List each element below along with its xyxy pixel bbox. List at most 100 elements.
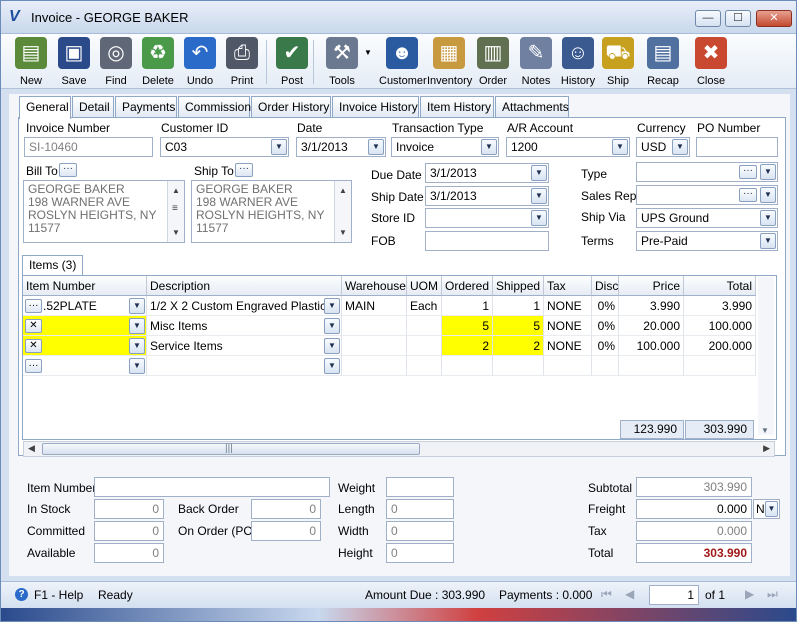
scroll-down-icon[interactable]: ▼ xyxy=(761,426,769,435)
tools-button[interactable]: ⚒ Tools xyxy=(323,36,361,87)
chevron-down-icon[interactable]: ▼ xyxy=(760,233,776,249)
chevron-down-icon[interactable]: ▼ xyxy=(324,358,340,374)
help-link[interactable]: F1 - Help xyxy=(34,588,83,602)
chevron-down-icon[interactable]: ▼ xyxy=(765,501,778,517)
history-button[interactable]: ☺ History xyxy=(559,36,597,87)
column-header-price[interactable]: Price xyxy=(619,276,684,296)
chevron-down-icon[interactable]: ▼ xyxy=(760,164,776,180)
column-header-item-number[interactable]: Item Number xyxy=(23,276,147,296)
terms-select[interactable]: Pre-Paid ▼ xyxy=(636,231,778,251)
post-button[interactable]: ✔ Post xyxy=(274,36,310,87)
bill-to-scrollbar[interactable]: ▲ ≡ ▼ xyxy=(167,181,184,242)
chevron-down-icon[interactable]: ▼ xyxy=(368,139,384,155)
page-number-field[interactable]: 1 xyxy=(649,585,699,605)
chevron-down-icon[interactable]: ▼ xyxy=(760,187,776,203)
maximize-button[interactable]: ☐ xyxy=(725,10,751,27)
items-tab[interactable]: Items (3) xyxy=(22,255,84,275)
print-button[interactable]: ⎙ Print xyxy=(226,36,258,87)
item-number-field[interactable] xyxy=(94,477,330,497)
scroll-right-icon[interactable]: ▶ xyxy=(763,443,770,454)
chevron-down-icon[interactable]: ▼ xyxy=(672,139,688,155)
scroll-up-icon[interactable]: ▲ xyxy=(172,184,180,197)
chevron-down-icon[interactable]: ▼ xyxy=(324,298,340,314)
freight-field[interactable]: 0.000 xyxy=(636,499,752,519)
first-page-icon[interactable]: ⏮ xyxy=(601,587,612,602)
date-field[interactable]: 3/1/2013 ▼ xyxy=(296,137,386,157)
column-header-warehouse[interactable]: Warehouse xyxy=(342,276,407,296)
freight-tax-select[interactable]: N ▼ xyxy=(753,499,780,519)
cell-desc[interactable]: Service Items xyxy=(147,336,342,356)
bill-to-lookup-button[interactable]: ··· xyxy=(59,163,77,177)
close-button[interactable]: ✖ Close xyxy=(695,36,727,87)
chevron-down-icon[interactable]: ▼ xyxy=(531,188,547,204)
ship-button[interactable]: ⛟ Ship xyxy=(601,36,635,87)
cell-desc[interactable]: 1/2 X 2 Custom Engraved Plastic S xyxy=(147,296,342,316)
chevron-down-icon[interactable]: ▼ xyxy=(612,139,628,155)
scroll-down-icon[interactable]: ▼ xyxy=(172,226,180,239)
chevron-down-icon[interactable]: ▼ xyxy=(324,318,340,334)
chevron-down-icon[interactable]: ▼ xyxy=(531,165,547,181)
scroll-down-icon[interactable]: ▼ xyxy=(339,226,347,239)
scroll-up-icon[interactable]: ▲ xyxy=(339,184,347,197)
type-lookup-button[interactable]: ··· xyxy=(739,165,757,179)
tab-order-history[interactable]: Order History xyxy=(251,96,331,118)
chevron-down-icon[interactable]: ▼ xyxy=(129,338,145,354)
ship-date-field[interactable]: 3/1/2013 ▼ xyxy=(425,186,549,206)
last-page-icon[interactable]: ⏭ xyxy=(767,587,778,602)
chevron-down-icon[interactable]: ▼ xyxy=(129,358,145,374)
remove-row-button[interactable]: ✕ xyxy=(25,339,42,353)
tab-payments[interactable]: Payments xyxy=(115,96,177,118)
ship-to-address[interactable]: ▲ ▼ GEORGE BAKER 198 WARNER AVE ROSLYN HEIG… xyxy=(191,180,352,243)
help-icon[interactable]: ? xyxy=(15,588,28,601)
sales-rep-lookup-button[interactable]: ··· xyxy=(739,188,757,202)
ship-to-scrollbar[interactable]: ▲ ▼ xyxy=(334,181,351,242)
grid-vertical-scrollbar[interactable]: ▼ xyxy=(758,277,774,435)
new-button[interactable]: ▤ New xyxy=(11,36,51,87)
ship-to-lookup-button[interactable]: ··· xyxy=(235,163,253,177)
store-id-select[interactable]: ▼ xyxy=(425,208,549,228)
scroll-left-icon[interactable]: ◀ xyxy=(28,443,35,454)
prev-page-icon[interactable]: ◀ xyxy=(625,587,634,601)
po-number-field[interactable] xyxy=(696,137,778,157)
column-header-tax[interactable]: Tax xyxy=(544,276,592,296)
inventory-button[interactable]: ▦ Inventory xyxy=(427,36,472,87)
close-window-button[interactable]: ✕ xyxy=(756,10,792,27)
column-header-disc[interactable]: Disc xyxy=(592,276,619,296)
invoice-number-field[interactable]: SI-10460 xyxy=(24,137,153,157)
customer-button[interactable]: ☻ Customer xyxy=(379,36,427,87)
type-select[interactable]: ··· ▼ xyxy=(636,162,778,182)
notes-button[interactable]: ✎ Notes xyxy=(519,36,553,87)
tab-general[interactable]: General xyxy=(19,96,71,119)
sales-rep-select[interactable]: ··· ▼ xyxy=(636,185,778,205)
tab-attachments[interactable]: Attachments xyxy=(495,96,569,118)
chevron-down-icon[interactable]: ▼ xyxy=(531,210,547,226)
tab-invoice-history[interactable]: Invoice History xyxy=(332,96,419,118)
cell-desc[interactable] xyxy=(147,356,342,376)
row-lookup-button[interactable]: ··· xyxy=(25,359,42,373)
tab-item-history[interactable]: Item History xyxy=(420,96,494,118)
scroll-grip-icon[interactable]: ≡ xyxy=(172,202,178,215)
column-header-description[interactable]: Description xyxy=(147,276,342,296)
next-page-icon[interactable]: ▶ xyxy=(745,587,754,601)
customer-id-select[interactable]: C03 ▼ xyxy=(160,137,289,157)
tab-commission[interactable]: Commission xyxy=(178,96,251,118)
remove-row-button[interactable]: ✕ xyxy=(25,319,42,333)
scroll-thumb[interactable]: ||| xyxy=(42,443,420,455)
minimize-button[interactable]: — xyxy=(695,10,721,27)
row-lookup-button[interactable]: ··· xyxy=(25,299,42,313)
cell-desc[interactable]: Misc Items xyxy=(147,316,342,336)
column-header-uom[interactable]: UOM xyxy=(407,276,442,296)
tools-dropdown-icon[interactable]: ▼ xyxy=(364,48,372,57)
chevron-down-icon[interactable]: ▼ xyxy=(324,338,340,354)
chevron-down-icon[interactable]: ▼ xyxy=(271,139,287,155)
grid-horizontal-scrollbar[interactable]: ◀ ||| ▶ xyxy=(23,441,775,457)
chevron-down-icon[interactable]: ▼ xyxy=(481,139,497,155)
order-button[interactable]: ▥ Order xyxy=(475,36,511,87)
tab-detail[interactable]: Detail xyxy=(72,96,114,118)
column-header-total[interactable]: Total xyxy=(684,276,756,296)
chevron-down-icon[interactable]: ▼ xyxy=(760,210,776,226)
transaction-type-select[interactable]: Invoice ▼ xyxy=(391,137,499,157)
column-header-shipped[interactable]: Shipped xyxy=(493,276,544,296)
save-button[interactable]: ▣ Save xyxy=(56,36,92,87)
undo-button[interactable]: ↶ Undo xyxy=(183,36,217,87)
